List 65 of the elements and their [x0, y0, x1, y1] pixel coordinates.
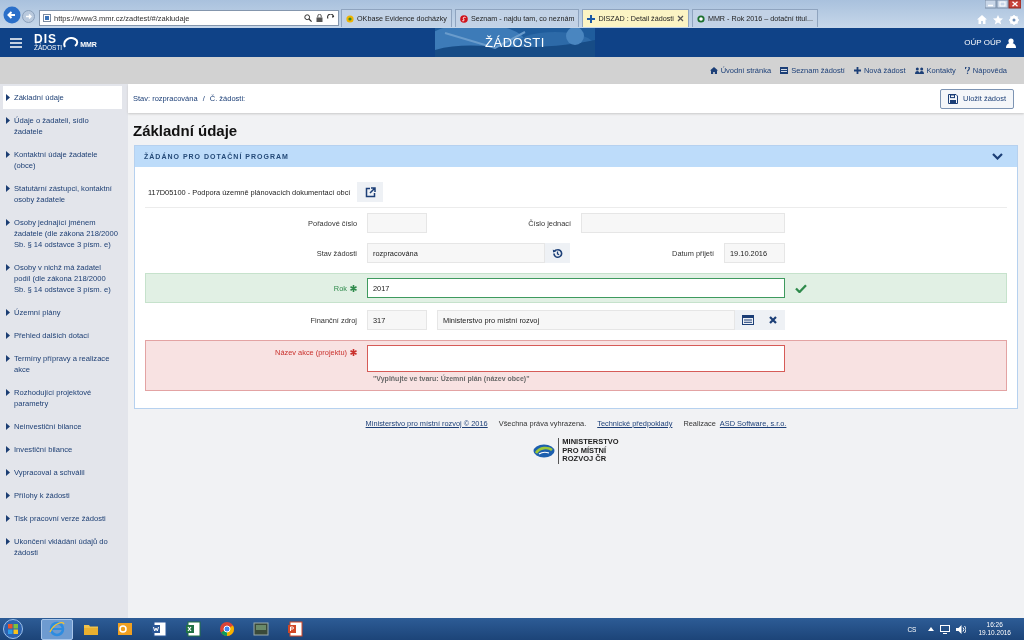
terminal-app-icon: [253, 621, 269, 637]
tab-favicon-icon: [459, 14, 468, 23]
input-field[interactable]: [367, 345, 785, 372]
forward-icon[interactable]: [22, 10, 35, 23]
list-icon: [780, 67, 789, 74]
speaker-icon[interactable]: [956, 624, 967, 634]
browser-icon: [49, 621, 65, 637]
caret-icon: [6, 309, 10, 316]
check-icon: [795, 283, 807, 293]
browser-icon: [219, 621, 235, 637]
caret-icon: [6, 355, 10, 362]
open-link-button[interactable]: [357, 182, 384, 202]
list-button[interactable]: [735, 310, 760, 330]
start-button-icon[interactable]: [3, 619, 23, 639]
help-icon: [964, 67, 970, 74]
list-icon: [741, 315, 754, 325]
home-icon: [709, 67, 718, 74]
search-icon[interactable]: [304, 14, 312, 22]
caret-icon: [6, 492, 10, 499]
window-controls-drawing[interactable]: [985, 0, 1021, 9]
lock-icon: [316, 14, 323, 22]
back-icon[interactable]: [3, 6, 21, 24]
caret-icon: [6, 94, 10, 101]
site-icon: [43, 14, 51, 22]
external-link-icon: [364, 186, 376, 198]
caret-icon: [6, 151, 10, 158]
history-icon: [552, 247, 563, 259]
floppy-icon: [948, 93, 959, 104]
people-icon: [914, 67, 924, 74]
user-name[interactable]: OÚP OÚP: [964, 38, 1001, 47]
caret-icon: [6, 469, 10, 476]
caret-icon: [6, 446, 10, 453]
caret-icon: [6, 117, 10, 124]
document-app-icon: [151, 621, 167, 637]
ministry-logo-icon: [533, 443, 556, 458]
plus-icon: [853, 67, 861, 74]
tab-favicon-icon: [587, 14, 596, 23]
logo-text: DIS: [34, 33, 57, 46]
swoosh-icon: [63, 36, 80, 49]
caret-icon: [6, 185, 10, 192]
close-icon: [768, 316, 777, 324]
menu-icon[interactable]: [10, 37, 22, 48]
close-icon[interactable]: [676, 15, 684, 22]
caret-icon: [6, 264, 10, 271]
clear-button[interactable]: [760, 310, 785, 330]
chevron-icon[interactable]: [992, 153, 1003, 160]
tab-favicon-icon: [346, 14, 354, 23]
star-icon[interactable]: [993, 15, 1003, 25]
caret-icon: [6, 538, 10, 545]
caret-icon: [6, 423, 10, 430]
history-button[interactable]: [545, 243, 570, 263]
refresh-icon[interactable]: [327, 14, 335, 22]
spreadsheet-app-icon: [185, 621, 201, 637]
settings-icon[interactable]: [1009, 15, 1019, 25]
caret-icon: [6, 219, 10, 226]
caret-icon: [6, 389, 10, 396]
caret-icon: [6, 515, 10, 522]
app-title: ŽÁDOSTI: [485, 35, 545, 50]
tab-favicon-icon: [696, 14, 705, 23]
tray-arrow-icon[interactable]: [928, 627, 935, 631]
mail-app-icon: [117, 621, 133, 637]
caret-icon: [6, 332, 10, 339]
user-icon[interactable]: [1006, 37, 1016, 48]
page-heading: Základní údaje: [133, 122, 239, 139]
presentation-app-icon: [287, 621, 303, 637]
